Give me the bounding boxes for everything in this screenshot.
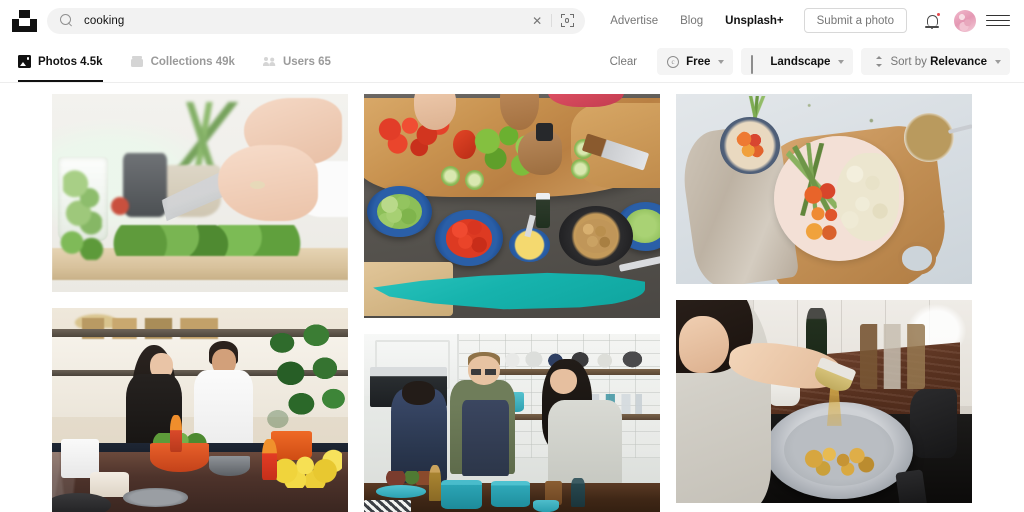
nav-link-blog[interactable]: Blog xyxy=(669,15,714,27)
grid-column-2 xyxy=(364,94,660,512)
photo-image-flatlay-bowl xyxy=(676,94,972,284)
users-icon xyxy=(262,55,276,68)
tab-users-label: Users 65 xyxy=(282,55,331,68)
nav-link-advertise[interactable]: Advertise xyxy=(599,15,669,27)
notification-badge xyxy=(936,11,941,17)
photo-image-pouring-pan xyxy=(676,300,972,503)
clear-filters-button[interactable]: Clear xyxy=(598,56,649,68)
notifications-bell-icon[interactable] xyxy=(919,8,945,34)
nav-link-unsplash-plus[interactable]: Unsplash+ xyxy=(714,15,794,27)
orientation-icon xyxy=(751,54,763,74)
photo-card[interactable] xyxy=(676,94,972,284)
grid-column-1 xyxy=(52,94,348,512)
grid-column-3 xyxy=(676,94,972,503)
search-icon xyxy=(60,14,73,27)
search-bar[interactable]: ✕ xyxy=(47,7,586,34)
visual-search-icon[interactable] xyxy=(555,10,579,32)
header-right-nav: Advertise Blog Unsplash+ Submit a photo xyxy=(599,8,1010,34)
tab-photos[interactable]: Photos 4.5k xyxy=(14,41,117,82)
search-result-tabs: Photos 4.5k Collections 49k Users 65 xyxy=(14,41,345,82)
collections-icon xyxy=(130,55,144,68)
photo-results-grid xyxy=(0,83,1024,512)
photos-icon xyxy=(18,55,31,68)
chevron-down-icon xyxy=(838,59,845,64)
chevron-down-icon xyxy=(995,59,1001,64)
search-filter-bar: Photos 4.5k Collections 49k Users 65 Cle… xyxy=(0,41,1024,83)
clear-search-icon[interactable]: ✕ xyxy=(526,10,548,32)
filter-controls: Clear c Free Landscape Sort by Relevance xyxy=(598,48,1010,75)
sort-filter-dropdown[interactable]: Sort by Relevance xyxy=(861,48,1010,75)
photo-card[interactable] xyxy=(52,94,348,292)
tab-collections-label: Collections 49k xyxy=(150,55,235,68)
tab-users[interactable]: Users 65 xyxy=(249,41,345,82)
photo-image-couple-kitchen xyxy=(52,308,348,512)
search-divider xyxy=(551,14,553,27)
photo-image-group-kitchen xyxy=(364,334,660,512)
hamburger-menu-icon[interactable] xyxy=(986,9,1010,33)
photo-card[interactable] xyxy=(676,300,972,503)
tab-collections[interactable]: Collections 49k xyxy=(117,41,249,82)
tab-photos-label: Photos 4.5k xyxy=(38,55,103,68)
avatar[interactable] xyxy=(954,9,976,32)
orientation-filter-value: Landscape xyxy=(770,55,831,68)
unsplash-logo-icon[interactable] xyxy=(12,8,37,33)
photo-card[interactable] xyxy=(364,334,660,512)
sort-filter-value: Relevance xyxy=(930,55,987,68)
photo-card[interactable] xyxy=(52,308,348,512)
search-input[interactable] xyxy=(84,14,527,27)
site-header: ✕ Advertise Blog Unsplash+ Submit a phot… xyxy=(0,0,1024,41)
orientation-filter-dropdown[interactable]: Landscape xyxy=(741,48,854,75)
sort-filter-label: Sort by Relevance xyxy=(890,55,987,68)
license-icon: c xyxy=(667,55,680,68)
photo-image-chopping-herbs xyxy=(52,94,348,292)
license-filter-value: Free xyxy=(686,55,711,68)
submit-a-photo-button[interactable]: Submit a photo xyxy=(803,8,907,33)
chevron-down-icon xyxy=(718,59,725,64)
sort-icon xyxy=(871,56,883,68)
photo-image-overhead-prep xyxy=(364,94,660,318)
license-filter-dropdown[interactable]: c Free xyxy=(657,48,734,75)
photo-card[interactable] xyxy=(364,94,660,318)
